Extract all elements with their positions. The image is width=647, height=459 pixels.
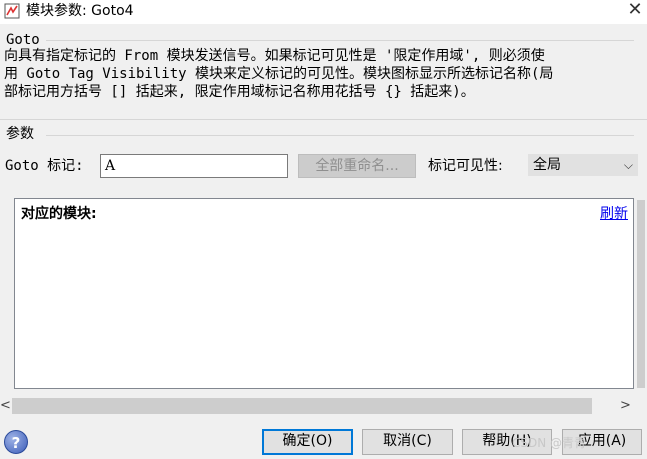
goto-tag-label: Goto 标记: [5,158,84,174]
refresh-link[interactable]: 刷新 [600,205,628,223]
vertical-scrollbar-thumb[interactable] [637,200,645,388]
description-line: 用 Goto Tag Visibility 模块来定义标记的可见性。模块图标显示… [4,66,554,82]
cancel-button[interactable]: 取消(C) [362,429,453,455]
tag-visibility-value: 全局 [533,157,561,173]
tag-visibility-select[interactable]: 全局 ⌵ [528,154,638,176]
description-line: 部标记用方括号 [] 括起来, 限定作用域标记名称用花括号 {} 括起来)。 [4,84,475,100]
description-line: 向具有指定标记的 From 模块发送信号。如果标记可见性是 '限定作用域', 则… [4,48,545,64]
chevron-down-icon: ⌵ [623,158,633,172]
title-bar: 模块参数: Goto4 ✕ [0,0,647,24]
description-group-legend: Goto [6,32,40,48]
horizontal-scrollbar-thumb[interactable] [12,398,592,414]
window-title: 模块参数: Goto4 [26,3,134,19]
group-divider [46,40,634,41]
help-icon[interactable]: ? [4,430,28,454]
scroll-left-icon[interactable]: < [0,396,11,416]
rename-all-button[interactable]: 全部重命名... [298,154,416,178]
section-divider [0,119,647,120]
simulink-block-icon [4,3,20,19]
corresponding-blocks-panel: 对应的模块: 刷新 [14,198,634,389]
corresponding-blocks-title: 对应的模块: [21,206,97,222]
close-icon[interactable]: ✕ [624,0,646,22]
ok-button[interactable]: 确定(O) [262,429,353,455]
goto-tag-input[interactable]: A [100,154,288,178]
group-divider [46,135,634,136]
scroll-right-icon[interactable]: > [620,396,631,416]
params-group-legend: 参数 [6,126,34,142]
block-description: 向具有指定标记的 From 模块发送信号。如果标记可见性是 '限定作用域', 则… [4,47,644,101]
watermark: CSDN @青青 [512,436,587,450]
tag-visibility-label: 标记可见性: [428,158,503,174]
